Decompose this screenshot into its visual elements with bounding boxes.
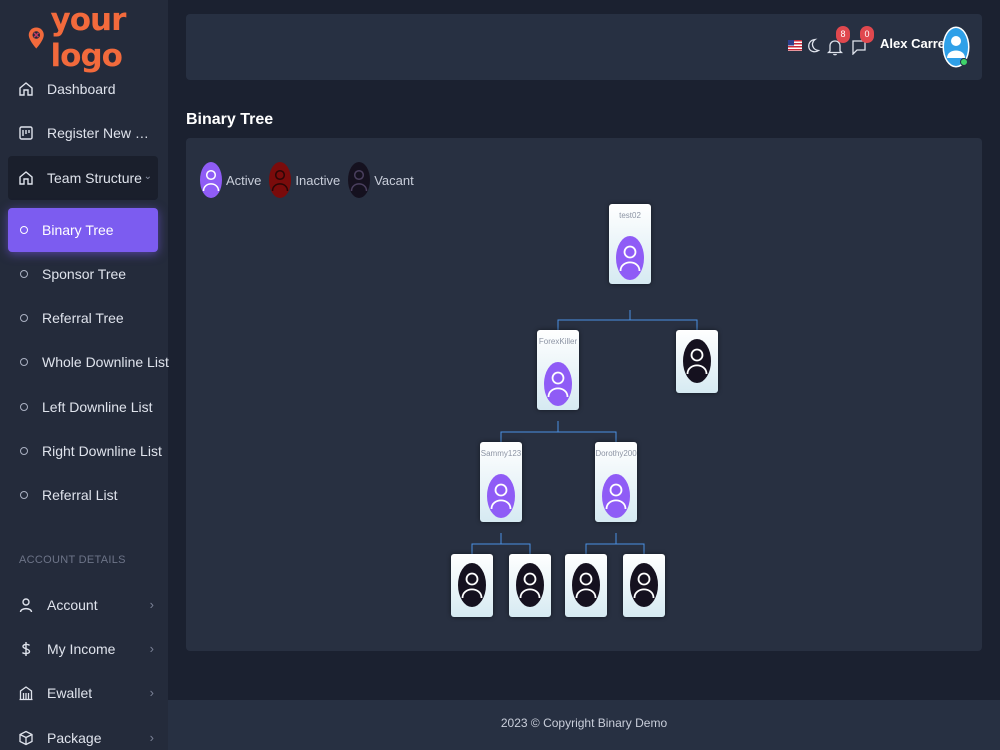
chevron-right-icon: › — [149, 641, 154, 656]
active-member-icon — [544, 362, 572, 406]
tree-node-vacant[interactable] — [623, 554, 665, 617]
sidebar-subitem-referral-list[interactable]: Referral List — [8, 473, 158, 517]
node-username: Sammy123 — [480, 449, 522, 458]
sidebar-subitem-left-downline[interactable]: Left Downline List — [8, 385, 158, 429]
section-label-account-details: ACCOUNT DETAILS — [19, 554, 126, 566]
wallet-icon — [18, 685, 34, 701]
node-username: Dorothy200 — [595, 449, 637, 458]
sidebar-item-my-income[interactable]: My Income › — [8, 627, 158, 671]
us-flag-icon[interactable] — [788, 40, 802, 51]
sidebar-item-label: Package — [47, 730, 102, 746]
online-status-dot — [960, 58, 968, 66]
sidebar: your logo Dashboard Register New Member … — [0, 0, 169, 750]
chevron-down-icon: ⌄ — [143, 171, 152, 182]
chevron-right-icon: › — [149, 597, 154, 612]
sidebar-subitem-label: Binary Tree — [42, 222, 114, 238]
tree-node-vacant[interactable] — [509, 554, 551, 617]
page-title: Binary Tree — [186, 111, 274, 128]
chevron-right-icon: › — [149, 685, 154, 700]
sidebar-subitem-label: Sponsor Tree — [42, 266, 127, 282]
sidebar-item-dashboard[interactable]: Dashboard — [8, 67, 158, 111]
home-icon — [18, 170, 34, 186]
footer: 2023 © Copyright Binary Demo — [168, 700, 1000, 750]
circle-bullet-icon — [20, 270, 28, 278]
vacant-member-icon — [572, 563, 600, 607]
sidebar-item-label: Ewallet — [47, 685, 93, 701]
circle-bullet-icon — [20, 447, 28, 455]
sidebar-subitem-binary-tree[interactable]: Binary Tree — [8, 208, 158, 252]
logo-pin-icon — [28, 27, 44, 49]
sidebar-subitem-label: Whole Downline List — [42, 354, 169, 370]
sidebar-item-label: Account — [47, 597, 98, 613]
sidebar-item-label: Dashboard — [47, 81, 116, 97]
circle-bullet-icon — [20, 226, 28, 234]
active-member-icon — [616, 236, 644, 280]
circle-bullet-icon — [20, 491, 28, 499]
notifications-badge: 8 — [836, 26, 850, 43]
tree-node-left[interactable]: ForexKiller — [537, 330, 579, 410]
sidebar-subitem-right-downline[interactable]: Right Downline List — [8, 429, 162, 473]
sidebar-subitem-label: Referral List — [42, 487, 118, 503]
sidebar-item-label: Register New Member — [47, 125, 158, 141]
sidebar-item-ewallet[interactable]: Ewallet › — [8, 671, 158, 715]
vacant-member-icon — [458, 563, 486, 607]
tree-node-right-vacant[interactable] — [676, 330, 718, 393]
tree-node-left-left[interactable]: Sammy123 — [480, 442, 522, 522]
messages-badge: 0 — [860, 26, 874, 43]
package-icon — [18, 730, 34, 746]
tree-node-vacant[interactable] — [451, 554, 493, 617]
sidebar-subitem-label: Right Downline List — [42, 443, 162, 459]
home-icon — [18, 81, 34, 97]
register-icon — [18, 125, 34, 141]
circle-bullet-icon — [20, 358, 28, 366]
circle-bullet-icon — [20, 403, 28, 411]
node-username: ForexKiller — [538, 337, 578, 346]
tree-node-vacant[interactable] — [565, 554, 607, 617]
sidebar-item-label: My Income — [47, 641, 116, 657]
moon-icon[interactable] — [806, 38, 820, 54]
top-header: 8 0 Alex Carrey — [186, 14, 982, 80]
logo-text: your logo — [50, 2, 127, 74]
tree-node-root[interactable]: test02 — [609, 204, 651, 284]
tree-node-left-right[interactable]: Dorothy200 — [595, 442, 637, 522]
user-icon — [18, 597, 34, 613]
sidebar-item-register[interactable]: Register New Member — [8, 111, 158, 155]
active-member-icon — [602, 474, 630, 518]
sidebar-item-account[interactable]: Account › — [8, 583, 158, 627]
sidebar-item-package[interactable]: Package › — [8, 716, 158, 750]
node-username: test02 — [619, 211, 641, 220]
sidebar-subitem-sponsor-tree[interactable]: Sponsor Tree — [8, 252, 158, 296]
active-member-icon — [487, 474, 515, 518]
sidebar-item-label: Team Structure — [47, 170, 142, 186]
chevron-right-icon: › — [149, 730, 154, 745]
circle-bullet-icon — [20, 314, 28, 322]
sidebar-item-team-structure[interactable]: Team Structure ⌄ — [8, 156, 158, 200]
footer-copyright: 2023 © Copyright Binary Demo — [500, 716, 668, 730]
logo[interactable]: your logo — [28, 2, 168, 74]
binary-tree-card: Active Inactive Vacant test02 ForexKille… — [186, 138, 982, 651]
dollar-icon — [18, 641, 34, 657]
sidebar-subitem-label: Left Downline List — [42, 399, 153, 415]
sidebar-subitem-label: Referral Tree — [42, 310, 124, 326]
sidebar-subitem-whole-downline[interactable]: Whole Downline List — [8, 340, 169, 384]
vacant-member-icon — [683, 339, 711, 383]
vacant-member-icon — [516, 563, 544, 607]
sidebar-subitem-referral-tree[interactable]: Referral Tree — [8, 296, 158, 340]
vacant-member-icon — [630, 563, 658, 607]
